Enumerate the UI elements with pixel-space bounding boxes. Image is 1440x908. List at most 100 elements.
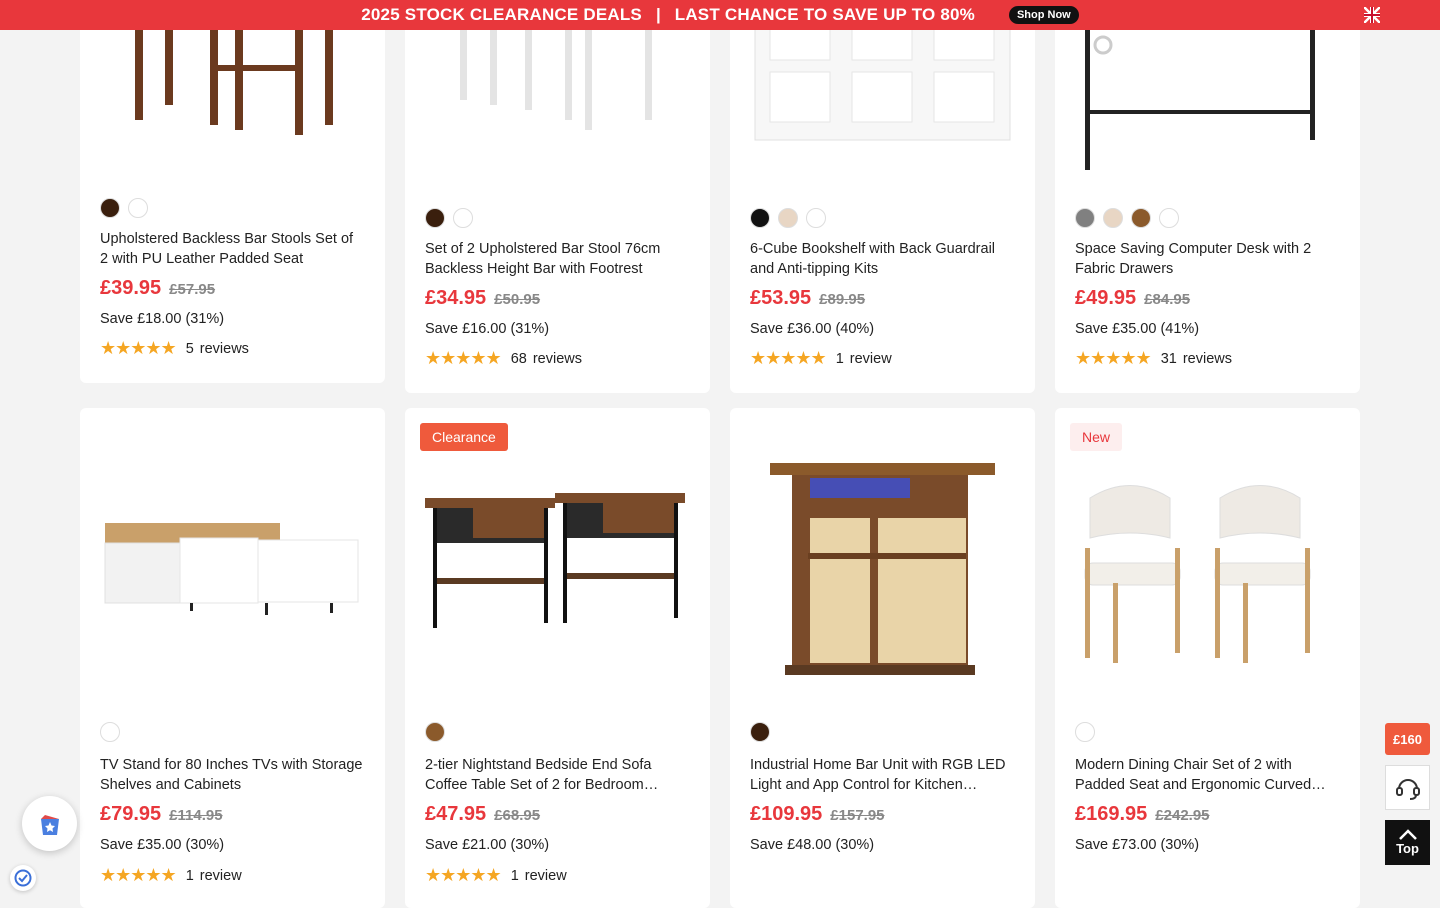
price-row: £34.95 £50.95 xyxy=(425,287,540,310)
review-label: review xyxy=(849,350,892,367)
original-price: £157.95 xyxy=(830,807,885,824)
swatch-white[interactable] xyxy=(806,208,826,228)
product-image[interactable] xyxy=(80,428,385,698)
product-card[interactable]: Industrial Home Bar Unit with RGB LED Li… xyxy=(730,408,1035,908)
price-row: £109.95 £157.95 xyxy=(750,803,885,826)
original-price: £89.95 xyxy=(819,291,866,308)
product-image[interactable] xyxy=(730,448,1035,688)
original-price: £84.95 xyxy=(1144,291,1191,308)
savings-text: Save £36.00 (40%) xyxy=(750,321,875,337)
sale-price: £47.95 xyxy=(425,803,487,825)
product-card[interactable]: New Modern Dining Chair Set of 2 with Pa… xyxy=(1055,408,1360,908)
swatch-white[interactable] xyxy=(100,722,120,742)
product-title[interactable]: 6-Cube Bookshelf with Back Guardrail and… xyxy=(750,239,1015,279)
shopping-bag-icon xyxy=(40,814,59,835)
top-label: Top xyxy=(1396,841,1419,856)
savings-text: Save £35.00 (41%) xyxy=(1075,321,1200,337)
chevron-up-icon xyxy=(1398,829,1417,840)
product-title[interactable]: TV Stand for 80 Inches TVs with Storage … xyxy=(100,755,365,795)
product-title[interactable]: Set of 2 Upholstered Bar Stool 76cm Back… xyxy=(425,239,690,279)
banner-text-2: LAST CHANCE TO SAVE UP TO 80% xyxy=(674,5,975,24)
color-swatches xyxy=(425,208,473,228)
shopping-bag-button[interactable] xyxy=(22,796,77,851)
product-image[interactable] xyxy=(405,468,710,688)
product-title[interactable]: Modern Dining Chair Set of 2 with Padded… xyxy=(1075,755,1340,795)
swatch-dark-brown[interactable] xyxy=(425,208,445,228)
review-count: 68 xyxy=(510,350,527,367)
color-swatches xyxy=(1075,722,1095,742)
promo-banner[interactable]: 2025 STOCK CLEARANCE DEALS | LAST CHANCE… xyxy=(0,0,1440,30)
rating[interactable]: ★★★★★ 1 review xyxy=(425,865,567,886)
savings-text: Save £16.00 (31%) xyxy=(425,321,550,337)
review-count: 5 xyxy=(185,340,194,357)
review-label: reviews xyxy=(1182,350,1232,367)
review-label: reviews xyxy=(199,340,249,357)
rating[interactable]: ★★★★★ 68 reviews xyxy=(425,348,582,369)
product-title[interactable]: 2-tier Nightstand Bedside End Sofa Coffe… xyxy=(425,755,690,795)
star-rating-icon: ★★★★★ xyxy=(750,348,827,368)
review-count: 1 xyxy=(185,867,194,884)
price-row: £39.95 £57.95 xyxy=(100,277,215,300)
sale-price: £53.95 xyxy=(750,287,812,309)
back-to-top-button[interactable]: Top xyxy=(1385,820,1430,865)
verified-badge-button[interactable] xyxy=(10,865,36,891)
uk-flag-icon[interactable] xyxy=(1364,7,1380,23)
review-count: 1 xyxy=(510,867,519,884)
price-row: £49.95 £84.95 xyxy=(1075,287,1190,310)
original-price: £114.95 xyxy=(169,807,223,824)
swatch-white[interactable] xyxy=(1159,208,1179,228)
rating[interactable]: ★★★★★ 31 reviews xyxy=(1075,348,1232,369)
product-card[interactable]: Upholstered Backless Bar Stools Set of 2… xyxy=(80,0,385,383)
swatch-grey[interactable] xyxy=(1075,208,1095,228)
swatch-brown[interactable] xyxy=(1131,208,1151,228)
swatch-beige[interactable] xyxy=(1103,208,1123,228)
swatch-brown[interactable] xyxy=(425,722,445,742)
check-icon xyxy=(14,869,32,887)
review-count: 1 xyxy=(835,350,844,367)
star-rating-icon: ★★★★★ xyxy=(1075,348,1152,368)
rating[interactable]: ★★★★★ 1 review xyxy=(750,348,892,369)
banner-text: 2025 STOCK CLEARANCE DEALS xyxy=(361,5,642,24)
clearance-badge: Clearance xyxy=(420,423,508,451)
savings-text: Save £18.00 (31%) xyxy=(100,311,225,327)
original-price: £68.95 xyxy=(494,807,541,824)
product-card[interactable]: Space Saving Computer Desk with 2 Fabric… xyxy=(1055,0,1360,393)
price-row: £53.95 £89.95 xyxy=(750,287,865,310)
banner-separator: | xyxy=(655,5,661,24)
product-image[interactable] xyxy=(1055,468,1360,688)
savings-text: Save £35.00 (30%) xyxy=(100,837,225,853)
review-count: 31 xyxy=(1160,350,1177,367)
product-title[interactable]: Upholstered Backless Bar Stools Set of 2… xyxy=(100,229,365,269)
swatch-black[interactable] xyxy=(750,208,770,228)
color-swatches xyxy=(750,208,826,228)
color-swatches xyxy=(425,722,445,742)
customer-support-button[interactable] xyxy=(1385,765,1430,810)
star-rating-icon: ★★★★★ xyxy=(100,865,177,885)
product-card[interactable]: 6-Cube Bookshelf with Back Guardrail and… xyxy=(730,0,1035,393)
product-card[interactable]: TV Stand for 80 Inches TVs with Storage … xyxy=(80,408,385,908)
sale-price: £34.95 xyxy=(425,287,487,309)
savings-text: Save £73.00 (30%) xyxy=(1075,837,1200,853)
review-label: review xyxy=(199,867,242,884)
original-price: £57.95 xyxy=(169,281,216,298)
product-title[interactable]: Industrial Home Bar Unit with RGB LED Li… xyxy=(750,755,1015,795)
swatch-dark-brown[interactable] xyxy=(100,198,120,218)
swatch-white[interactable] xyxy=(453,208,473,228)
rating[interactable]: ★★★★★ 5 reviews xyxy=(100,338,249,359)
price-row: £47.95 £68.95 xyxy=(425,803,540,826)
product-title[interactable]: Space Saving Computer Desk with 2 Fabric… xyxy=(1075,239,1340,279)
swatch-dark-brown[interactable] xyxy=(750,722,770,742)
coupon-tab[interactable]: £160 xyxy=(1385,723,1430,755)
swatch-white[interactable] xyxy=(128,198,148,218)
product-card[interactable]: Clearance 2-tier Nightstand Bedside End … xyxy=(405,408,710,908)
review-label: reviews xyxy=(532,350,582,367)
shop-now-button[interactable]: Shop Now xyxy=(1008,6,1079,24)
price-row: £169.95 £242.95 xyxy=(1075,803,1210,826)
rating[interactable]: ★★★★★ 1 review xyxy=(100,865,242,886)
product-card[interactable]: Set of 2 Upholstered Bar Stool 76cm Back… xyxy=(405,0,710,393)
swatch-beige[interactable] xyxy=(778,208,798,228)
savings-text: Save £48.00 (30%) xyxy=(750,837,875,853)
color-swatches xyxy=(100,722,120,742)
color-swatches xyxy=(750,722,770,742)
swatch-white[interactable] xyxy=(1075,722,1095,742)
